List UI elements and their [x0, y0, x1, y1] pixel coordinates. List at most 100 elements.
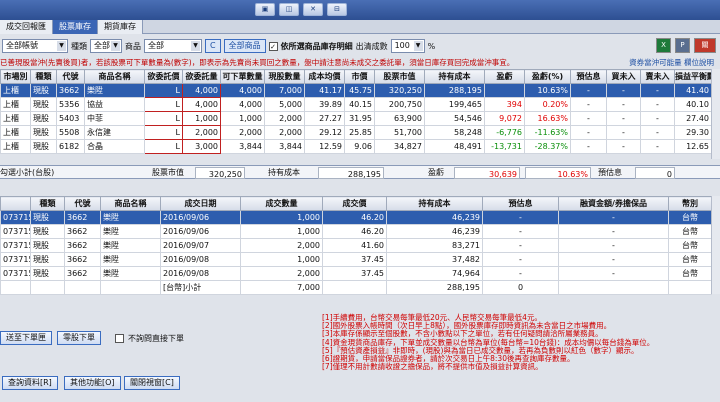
table-cell: 現股	[30, 83, 57, 98]
type-select[interactable]: 全部 ▼	[90, 39, 122, 53]
table-cell: 4,000	[220, 97, 265, 112]
detail-col-header[interactable]: 代號	[64, 196, 101, 211]
inventory-col-header[interactable]: 預估息	[570, 69, 607, 84]
close-window-bottom-button[interactable]: 關閉視窗[C]	[124, 376, 180, 390]
table-row[interactable]: 073715 現股 3662 樂陞 2016/09/07 2,000 41.60 83,271…	[0, 238, 712, 253]
inventory-col-header[interactable]: 盈虧	[484, 69, 525, 84]
inventory-col-header[interactable]: 股票市值	[374, 69, 425, 84]
detail-col-header[interactable]	[0, 196, 31, 211]
close-window-button[interactable]: ✕	[303, 3, 323, 16]
table-cell: 394	[484, 97, 525, 112]
detail-col-header[interactable]: 預估息	[482, 196, 559, 211]
restore-button[interactable]: ▣	[255, 3, 275, 16]
inventory-scrollbar[interactable]	[711, 69, 720, 159]
table-cell[interactable]: 1,000	[182, 111, 221, 126]
table-cell: 3,844	[220, 139, 265, 154]
inventory-col-header[interactable]: 盈虧(%)	[524, 69, 571, 84]
column-help-link[interactable]: 欄位說明	[684, 58, 714, 67]
product-select[interactable]: 全部 ▼	[144, 39, 202, 53]
inventory-col-header[interactable]: 欲委託價	[144, 69, 183, 84]
table-cell: 41.17	[304, 83, 345, 98]
other-functions-button[interactable]: 其他功能[O]	[64, 376, 121, 390]
table-row[interactable]: 上櫃 現股 5403 中菲 L 1,000 1,000 2,000 27.27 31.95 63,9…	[0, 111, 712, 126]
subtotal-cell	[64, 280, 101, 295]
inventory-col-header[interactable]: 欲委託量	[182, 69, 221, 84]
minimize-button[interactable]: ⊟	[327, 3, 347, 16]
table-row[interactable]: 073715 現股 3662 樂陞 2016/09/08 2,000 37.45 74,964…	[0, 266, 712, 281]
inventory-col-header[interactable]: 持有成本	[424, 69, 485, 84]
table-row[interactable]: 上櫃 現股 3662 樂陞 L 4,000 4,000 7,000 41.17 45.75 320,…	[0, 83, 712, 98]
table-row[interactable]: 上櫃 現股 5356 協益 L 4,000 4,000 5,000 39.89 40.15 200,…	[0, 97, 712, 112]
inventory-col-header[interactable]: 代號	[56, 69, 85, 84]
inventory-col-header[interactable]: 成本均價	[304, 69, 345, 84]
tab-futures-inventory[interactable]: 期貨庫存	[98, 20, 143, 34]
query-button[interactable]: 查詢資料[R]	[2, 376, 58, 390]
inventory-col-header[interactable]: 市價	[344, 69, 375, 84]
table-cell: 073715	[0, 252, 31, 267]
table-cell: 10.63%	[524, 83, 571, 98]
detail-body: 073715 現股 3662 樂陞 2016/09/06 1,000 46.20 46,239…	[0, 210, 712, 295]
tile-button[interactable]: ◫	[279, 3, 299, 16]
detail-col-header[interactable]: 商品名稱	[100, 196, 161, 211]
qty-select[interactable]: 100 ▼	[390, 39, 425, 53]
intraday-link[interactable]: 資券當沖可能量	[629, 58, 682, 67]
table-row[interactable]: 073715 現股 3662 樂陞 2016/09/08 1,000 37.45 37,482…	[0, 252, 712, 267]
detail-col-header[interactable]: 持有成本	[386, 196, 483, 211]
table-row[interactable]: 上櫃 現股 5508 永信建 L 2,000 2,000 2,000 29.12 25.85 51,…	[0, 125, 712, 140]
filter-checkbox[interactable]: ✓	[268, 41, 278, 51]
market-value: 320,250	[195, 167, 245, 179]
odd-lot-order-button[interactable]: 零股下單	[57, 331, 101, 345]
inventory-col-header[interactable]: 損益平衡點	[674, 69, 712, 84]
account-select[interactable]: 全部帳號 ▼	[2, 39, 68, 53]
summary-bar: 勾選小計(台股) 股票市值 320,250 持有成本 288,195 盈虧 30…	[0, 165, 720, 179]
market-value-label: 股票市值	[152, 168, 184, 177]
table-cell[interactable]: L	[144, 125, 183, 140]
tab-bar: 成交回報匯 股票庫存 期貨庫存	[0, 20, 720, 34]
tab-trade-report[interactable]: 成交回報匯	[0, 20, 53, 34]
c-button[interactable]: C	[205, 39, 221, 53]
table-cell[interactable]: L	[144, 111, 183, 126]
table-cell: 3,844	[264, 139, 305, 154]
no-confirm-checkbox[interactable]	[115, 334, 124, 343]
table-cell[interactable]: L	[144, 97, 183, 112]
table-cell: 樂陞	[100, 266, 161, 281]
inventory-col-header[interactable]: 可下單數量	[220, 69, 265, 84]
table-cell: 樂陞	[100, 238, 161, 253]
detail-col-header[interactable]: 融資金額/券擔保品	[558, 196, 669, 211]
table-cell[interactable]: 4,000	[182, 97, 221, 112]
print-icon[interactable]: P	[675, 38, 690, 53]
table-cell[interactable]: 3,000	[182, 139, 221, 154]
all-products-button[interactable]: 全部商品	[223, 39, 266, 53]
inventory-col-header[interactable]: 種類	[30, 69, 57, 84]
detail-col-header[interactable]: 成交價	[322, 196, 387, 211]
table-cell[interactable]: L	[144, 83, 183, 98]
table-cell: 2016/09/06	[160, 210, 241, 225]
inventory-col-header[interactable]: 市場別	[0, 69, 31, 84]
table-row[interactable]: 上櫃 現股 6182 合晶 L 3,000 3,844 3,844 12.59 9.06 34,82…	[0, 139, 712, 154]
detail-col-header[interactable]: 成交數量	[240, 196, 323, 211]
inventory-col-header[interactable]: 商品名稱	[84, 69, 145, 84]
inventory-col-header[interactable]: 現股數量	[264, 69, 305, 84]
table-cell: 12.59	[304, 139, 345, 154]
inventory-col-header[interactable]: 買未入	[606, 69, 641, 84]
send-to-order-button[interactable]: 送至下單匣	[0, 331, 52, 345]
table-cell[interactable]: 4,000	[182, 83, 221, 98]
table-cell[interactable]: L	[144, 139, 183, 154]
notice-links: 資券當沖可能量 欄位說明	[629, 57, 714, 68]
table-cell: 9.06	[344, 139, 375, 154]
table-row[interactable]: 073715 現股 3662 樂陞 2016/09/06 1,000 46.20 46,239…	[0, 224, 712, 239]
tab-stock-inventory[interactable]: 股票庫存	[53, 20, 98, 34]
detail-col-header[interactable]: 成交日期	[160, 196, 241, 211]
table-row[interactable]: 073715 現股 3662 樂陞 2016/09/06 1,000 46.20 46,239…	[0, 210, 712, 225]
inventory-col-header[interactable]: 賣未入	[640, 69, 675, 84]
no-confirm-label: 不詢問直接下單	[128, 334, 184, 343]
detail-scrollbar[interactable]	[711, 196, 720, 294]
detail-col-header[interactable]: 幣別	[668, 196, 712, 211]
table-cell[interactable]: 2,000	[182, 125, 221, 140]
excel-icon[interactable]: X	[656, 38, 671, 53]
table-cell: -	[606, 111, 641, 126]
close-panel-button[interactable]: 關	[694, 38, 716, 53]
table-cell: -	[640, 125, 675, 140]
title-bar: ▣ ◫ ✕ ⊟	[0, 0, 720, 20]
detail-col-header[interactable]: 種類	[30, 196, 65, 211]
